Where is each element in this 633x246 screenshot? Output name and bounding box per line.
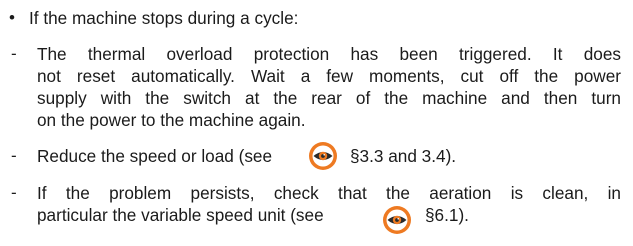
- item-1-marker: -: [11, 44, 17, 63]
- item-3-marker: -: [11, 183, 17, 202]
- item-1-line-3: supply with the switch at the rear of th…: [37, 88, 621, 108]
- eye-icon: [309, 142, 337, 170]
- item-1-line-4: on the power to the machine again.: [37, 110, 306, 130]
- section-heading: If the machine stops during a cycle:: [29, 8, 299, 28]
- item-3-line-2-before-icon: particular the variable speed unit (see: [37, 205, 324, 225]
- item-1-line-2-text: not reset automatically. Wait a few mome…: [37, 66, 621, 86]
- item-1-line-1: The thermal overload protection has been…: [37, 44, 621, 64]
- heading-bullet: •: [9, 8, 15, 27]
- eye-icon: [383, 206, 411, 234]
- manual-page-excerpt: • If the machine stops during a cycle: -…: [0, 0, 633, 246]
- item-1-line-2: not reset automatically. Wait a few mome…: [37, 66, 621, 86]
- item-3-line-2-after-icon: §6.1).: [425, 205, 469, 225]
- item-1-line-1-text: The thermal overload protection has been…: [37, 44, 621, 64]
- item-3-line-1-text: If the problem persists, check that the …: [37, 183, 621, 203]
- item-2-text-before-icon: Reduce the speed or load (see: [37, 146, 273, 166]
- item-2-marker: -: [11, 146, 17, 165]
- item-2-text-after-icon: §3.3 and 3.4).: [350, 146, 457, 166]
- item-3-line-1: If the problem persists, check that the …: [37, 183, 621, 203]
- item-1-line-3-text: supply with the switch at the rear of th…: [37, 88, 621, 108]
